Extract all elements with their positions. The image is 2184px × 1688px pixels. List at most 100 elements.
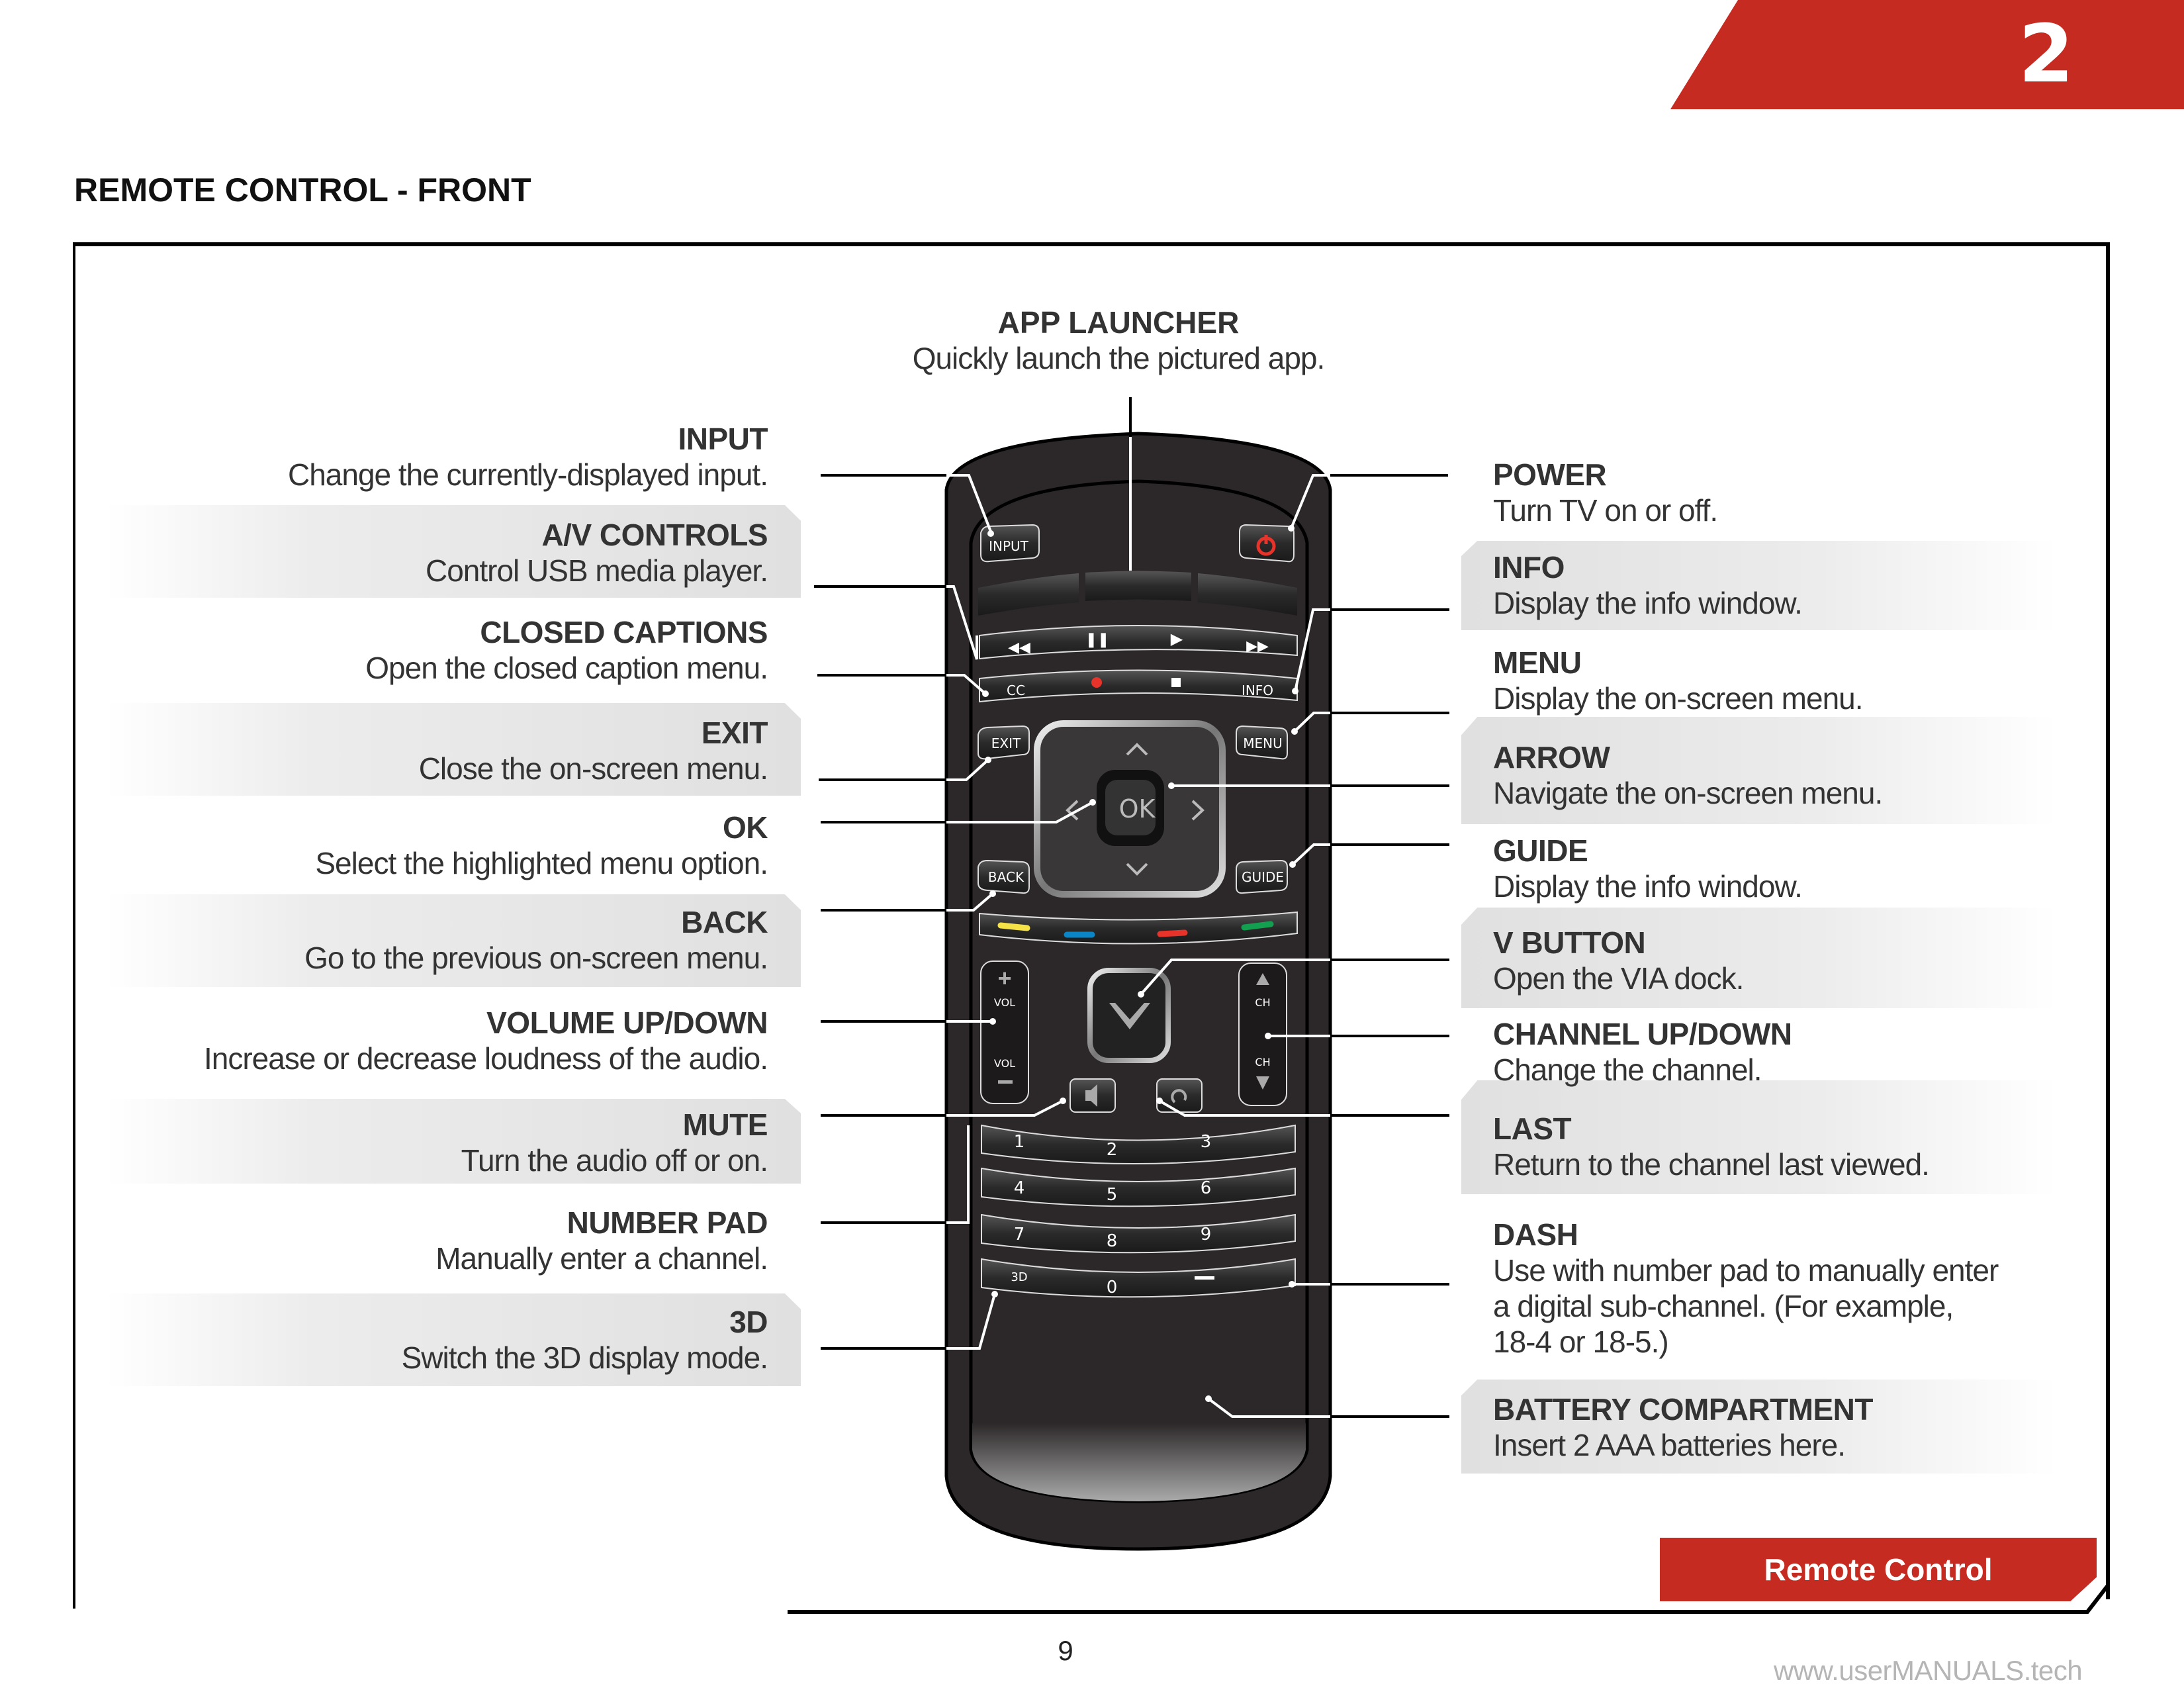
menu-button[interactable]: MENU	[1236, 725, 1288, 760]
callout-description: Display the info window.	[1493, 586, 1803, 620]
power-button[interactable]	[1239, 524, 1295, 563]
fast-forward-icon: ▶▶	[1246, 637, 1269, 654]
digit-1: 1	[1014, 1132, 1025, 1152]
callout-description: Control USB media player.	[425, 553, 768, 588]
app-launcher-buttons[interactable]	[978, 571, 1297, 616]
callout-title: DASH	[1493, 1217, 1578, 1252]
callout-title: EXIT	[701, 716, 768, 750]
callout-battery: BATTERY COMPARTMENT Insert 2 AAA batteri…	[1493, 1391, 2184, 1463]
callout-description-line: Use with number pad to manually enter	[1493, 1253, 1999, 1288]
callout-description: Select the highlighted menu option.	[315, 846, 768, 880]
callout-description-line: 18-4 or 18-5.)	[1493, 1325, 1669, 1359]
volume-rocker[interactable]: + VOL VOL	[980, 961, 1029, 1104]
chapter-tab	[1670, 0, 2184, 109]
callout-av-controls: A/V CONTROLS Control USB media player.	[66, 517, 768, 588]
callout-description: Manually enter a channel.	[435, 1241, 768, 1276]
callout-input: INPUT Change the currently-displayed inp…	[66, 421, 768, 492]
callout-description: Go to the previous on-screen menu.	[304, 941, 768, 975]
rewind-icon: ◀◀	[1008, 639, 1030, 655]
av-controls-row[interactable]: ◀◀ ❚❚ ▶ ▶▶	[979, 625, 1298, 660]
callout-back: BACK Go to the previous on-screen menu.	[66, 904, 768, 976]
green-key	[1241, 921, 1274, 931]
callout-description: Close the on-screen menu.	[418, 751, 768, 786]
callout-app-launcher: APP LAUNCHER Quickly launch the pictured…	[827, 305, 1410, 376]
digit-3: 3	[1201, 1132, 1212, 1152]
red-key	[1157, 929, 1188, 937]
exit-button[interactable]: EXIT	[978, 725, 1030, 760]
callout-description: Return to the channel last viewed.	[1493, 1147, 1930, 1182]
guide-button[interactable]: GUIDE	[1236, 859, 1288, 894]
callout-title: OK	[723, 810, 768, 845]
remote-leader-lines	[946, 437, 1330, 1418]
back-button[interactable]: BACK	[978, 859, 1030, 894]
v-button[interactable]	[1087, 968, 1171, 1063]
callout-info: INFO Display the info window.	[1493, 549, 2184, 621]
dash-icon	[1195, 1276, 1214, 1280]
chapter-number: 2	[2019, 9, 2074, 101]
digit-7: 7	[1014, 1225, 1025, 1244]
svg-text:VOL: VOL	[994, 996, 1015, 1009]
callout-description: Change the currently-displayed input.	[287, 457, 768, 492]
callout-title: INFO	[1493, 550, 1565, 585]
arrow-up-icon	[1126, 743, 1148, 756]
frame-border-top	[74, 242, 2110, 246]
number-pad[interactable]: 1 2 3 4 5 6 7 8 9 0 3D	[981, 1124, 1296, 1298]
callout-number-pad: NUMBER PAD Manually enter a channel.	[66, 1205, 768, 1276]
record-icon	[1091, 677, 1102, 688]
vizio-v-icon	[1109, 1003, 1150, 1029]
power-icon	[1256, 536, 1276, 556]
last-button[interactable]	[1156, 1078, 1203, 1113]
chapter-tab-shape	[1670, 0, 2184, 109]
callout-volume: VOLUME UP/DOWN Increase or decrease loud…	[66, 1005, 768, 1076]
callout-description: Display the on-screen menu.	[1493, 681, 1864, 716]
arrow-down-icon	[1126, 863, 1148, 876]
svg-text:INPUT: INPUT	[989, 538, 1029, 554]
channel-up-icon	[1256, 973, 1269, 985]
callout-title: INPUT	[678, 422, 768, 456]
callout-title: V BUTTON	[1493, 925, 1646, 960]
callout-title: NUMBER PAD	[567, 1205, 768, 1240]
callout-exit: EXIT Close the on-screen menu.	[66, 715, 768, 786]
stop-icon	[1171, 678, 1181, 687]
svg-text:CH: CH	[1255, 1056, 1270, 1068]
arrow-pad[interactable]	[1034, 720, 1226, 898]
svg-text:EXIT: EXIT	[991, 735, 1021, 751]
digit-2: 2	[1107, 1140, 1118, 1160]
callout-description: Turn TV on or off.	[1493, 493, 1718, 528]
color-keys-row[interactable]	[979, 911, 1298, 945]
callout-title: A/V CONTROLS	[541, 518, 768, 552]
cc-record-stop-info-row[interactable]: CC INFO	[979, 669, 1298, 703]
callout-description: Increase or decrease loudness of the aud…	[203, 1041, 768, 1076]
page-title: REMOTE CONTROL - FRONT	[74, 171, 531, 209]
callout-description: Turn the audio off or on.	[461, 1143, 768, 1178]
channel-rocker[interactable]: CH CH	[1238, 962, 1287, 1106]
callout-description: Change the channel.	[1493, 1053, 1762, 1087]
callout-ok: OK Select the highlighted menu option.	[66, 810, 768, 881]
yellow-key	[997, 922, 1030, 931]
callout-guide: GUIDE Display the info window.	[1493, 833, 2184, 904]
callout-v-button: V BUTTON Open the VIA dock.	[1493, 925, 2184, 996]
svg-text:MENU: MENU	[1243, 735, 1283, 751]
callout-3d: 3D Switch the 3D display mode.	[66, 1304, 768, 1376]
callout-last: LAST Return to the channel last viewed.	[1493, 1111, 2184, 1182]
callout-arrow: ARROW Navigate the on-screen menu.	[1493, 739, 2184, 811]
digit-0: 0	[1107, 1278, 1118, 1297]
last-icon	[1171, 1089, 1187, 1103]
callout-description: Open the VIA dock.	[1493, 961, 1744, 996]
mute-button[interactable]	[1069, 1078, 1116, 1113]
info-button-label: INFO	[1242, 682, 1273, 698]
callout-mute: MUTE Turn the audio off or on.	[66, 1107, 768, 1178]
frame-border-bottom	[788, 1610, 2005, 1614]
callout-description: Insert 2 AAA batteries here.	[1493, 1428, 1846, 1462]
input-button[interactable]: INPUT	[980, 524, 1040, 563]
callout-title: APP LAUNCHER	[997, 305, 1240, 340]
callout-dash: DASH Use with number pad to manually ent…	[1493, 1217, 2184, 1360]
ok-button[interactable]: OK	[1097, 770, 1164, 846]
mute-icon	[1085, 1084, 1097, 1107]
callout-title: BACK	[681, 905, 768, 939]
digit-4: 4	[1014, 1178, 1025, 1198]
page-number: 9	[1058, 1635, 1073, 1666]
callout-power: POWER Turn TV on or off.	[1493, 457, 2184, 528]
callout-title: CHANNEL UP/DOWN	[1493, 1017, 1792, 1051]
pause-icon: ❚❚	[1085, 631, 1110, 648]
